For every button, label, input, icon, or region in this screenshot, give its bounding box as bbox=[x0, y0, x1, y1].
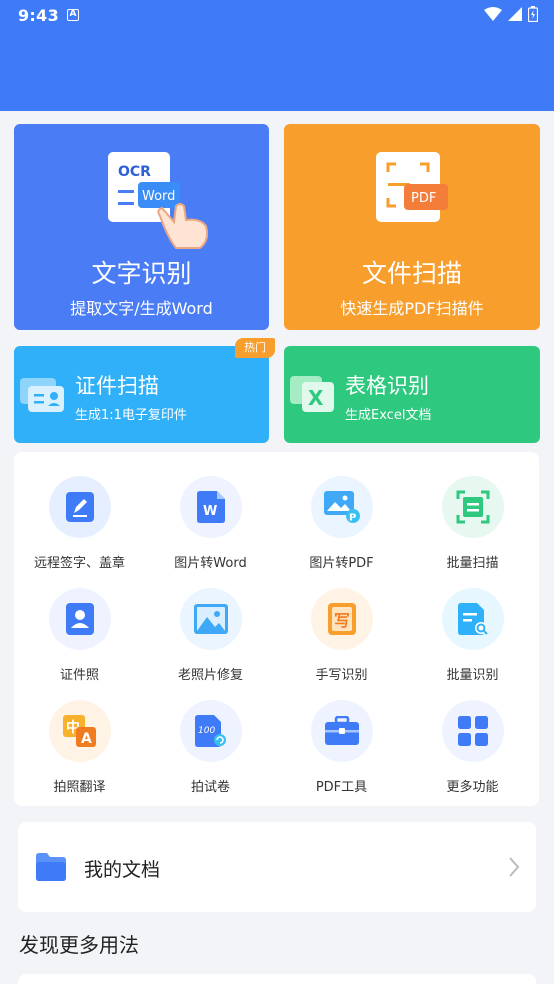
discover-list bbox=[18, 974, 536, 984]
svg-text:100: 100 bbox=[198, 726, 215, 736]
tool-pdf-toolbox[interactable]: PDF工具 bbox=[276, 700, 407, 795]
folder-icon bbox=[36, 853, 66, 881]
tools-grid: 远程签字、盖章 W 图片转Word P 图片转PDF 批量扫描 证件照 老照片修… bbox=[14, 452, 539, 806]
excel-icon: X bbox=[290, 376, 334, 412]
svg-text:PDF: PDF bbox=[411, 191, 436, 206]
test-paper-icon: 100 bbox=[194, 715, 226, 747]
my-documents-label: 我的文档 bbox=[84, 859, 161, 881]
tool-batch-scan[interactable]: 批量扫描 bbox=[407, 476, 538, 571]
signal-icon bbox=[508, 7, 522, 21]
svg-text:Word: Word bbox=[142, 189, 175, 204]
my-documents-row[interactable]: 我的文档 bbox=[18, 822, 536, 912]
pdf-scan-icon: PDF bbox=[376, 152, 448, 222]
svg-text:W: W bbox=[203, 504, 217, 519]
table-recognition-card[interactable]: X 表格识别 生成Excel文档 bbox=[284, 346, 540, 443]
id-card-icon bbox=[20, 378, 64, 412]
tool-image-to-word[interactable]: W 图片转Word bbox=[145, 476, 276, 571]
tool-test-paper[interactable]: 100 拍试卷 bbox=[145, 700, 276, 795]
file-scan-card[interactable]: PDF 文件扫描 快速生成PDF扫描件 bbox=[284, 124, 540, 330]
id-scan-card[interactable]: 证件扫描 生成1:1电子复印件 热门 bbox=[14, 338, 275, 443]
table-recognition-title: 表格识别 bbox=[345, 374, 429, 398]
id-photo-icon bbox=[65, 603, 94, 635]
ocr-title: 文字识别 bbox=[91, 259, 192, 288]
svg-text:P: P bbox=[349, 513, 356, 524]
handwriting-icon: 写 bbox=[327, 603, 356, 635]
hot-badge: 热门 bbox=[235, 338, 275, 358]
file-scan-title: 文件扫描 bbox=[361, 259, 462, 288]
status-time: 9:43 bbox=[18, 6, 59, 25]
more-grid-icon bbox=[457, 716, 488, 746]
image-pdf-icon: P bbox=[323, 491, 360, 524]
chevron-right-icon bbox=[509, 857, 520, 877]
id-scan-subtitle: 生成1:1电子复印件 bbox=[75, 408, 187, 423]
discover-more-title: 发现更多用法 bbox=[19, 933, 139, 957]
pdf-toolbox-icon bbox=[324, 716, 359, 745]
table-recognition-subtitle: 生成Excel文档 bbox=[345, 408, 432, 423]
tool-more-features[interactable]: 更多功能 bbox=[407, 700, 538, 795]
tool-photo-translate[interactable]: 中A 拍照翻译 bbox=[14, 700, 145, 795]
ocr-subtitle: 提取文字/生成Word bbox=[70, 299, 213, 318]
tool-id-photo[interactable]: 证件照 bbox=[14, 588, 145, 683]
svg-text:X: X bbox=[308, 386, 324, 410]
tool-handwriting[interactable]: 写 手写识别 bbox=[276, 588, 407, 683]
svg-text:写: 写 bbox=[334, 611, 350, 630]
svg-text:OCR: OCR bbox=[118, 164, 151, 180]
notification-icon: A bbox=[67, 9, 79, 21]
app-header: 9:43 A bbox=[0, 0, 554, 111]
id-scan-title: 证件扫描 bbox=[75, 374, 159, 398]
svg-text:A: A bbox=[81, 731, 92, 747]
tool-batch-recognize[interactable]: 批量识别 bbox=[407, 588, 538, 683]
tool-photo-restore[interactable]: 老照片修复 bbox=[145, 588, 276, 683]
batch-scan-icon bbox=[456, 490, 489, 524]
battery-icon bbox=[528, 6, 538, 22]
wifi-icon bbox=[484, 7, 502, 21]
translate-icon: 中A bbox=[62, 715, 96, 747]
ocr-card[interactable]: OCR Word 文字识别 提取文字/生成Word bbox=[14, 124, 269, 330]
photo-restore-icon bbox=[193, 604, 228, 634]
ocr-word-icon: OCR Word bbox=[108, 152, 209, 249]
batch-recognize-icon bbox=[457, 603, 488, 635]
tool-image-to-pdf[interactable]: P 图片转PDF bbox=[276, 476, 407, 571]
status-bar: 9:43 A bbox=[0, 0, 554, 32]
tool-remote-sign[interactable]: 远程签字、盖章 bbox=[14, 476, 145, 571]
word-doc-icon: W bbox=[196, 491, 225, 523]
file-scan-subtitle: 快速生成PDF扫描件 bbox=[340, 299, 484, 318]
pen-sign-icon bbox=[65, 492, 94, 522]
